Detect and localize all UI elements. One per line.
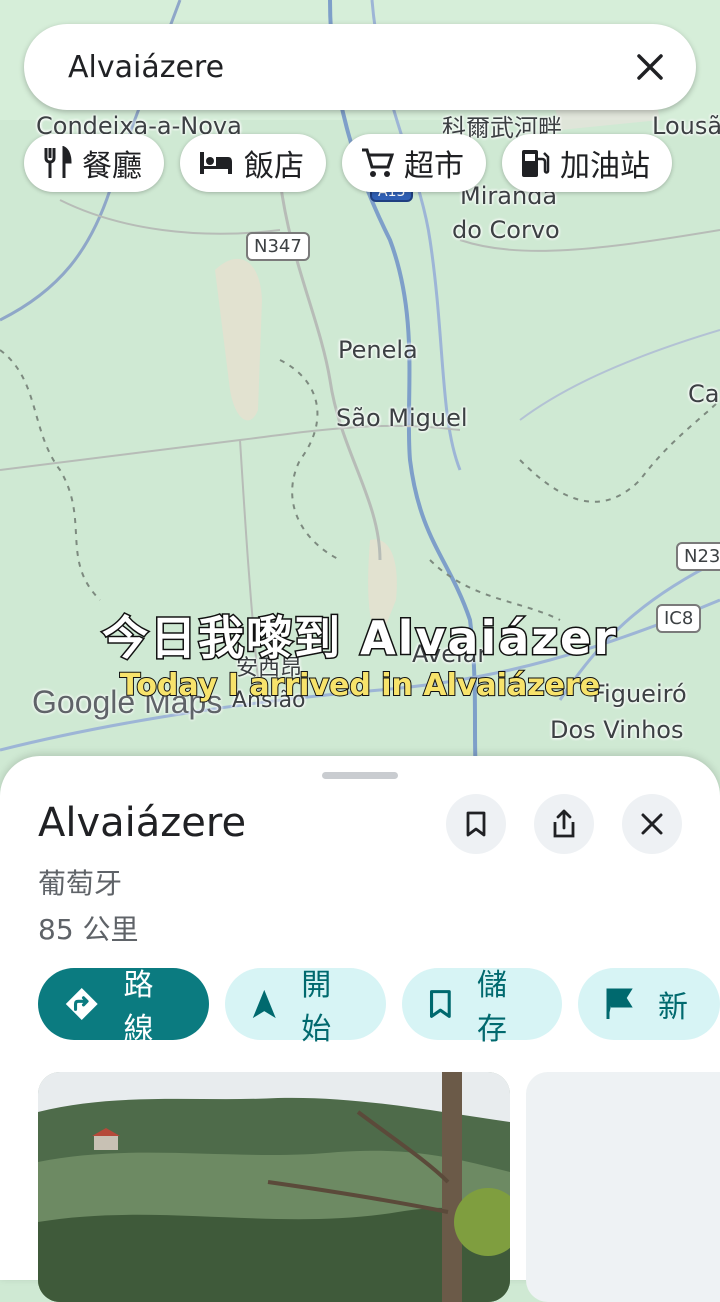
chip-supermarkets[interactable]: 超市	[342, 134, 486, 192]
clear-search-button[interactable]	[620, 37, 680, 97]
chip-label: 飯店	[244, 149, 304, 184]
restaurant-icon	[44, 146, 72, 178]
subtitle-chinese: 今日我嚟到 Alvaiázer	[101, 610, 618, 667]
search-query[interactable]: Alvaiázere	[68, 50, 620, 85]
chip-label: 餐廳	[82, 149, 142, 184]
place-label: Ca	[688, 380, 720, 408]
action-label: 新	[658, 990, 688, 1025]
close-icon	[641, 813, 663, 835]
place-distance: 85 公里	[38, 913, 139, 946]
place-label: do Corvo	[452, 216, 560, 244]
place-label: São Miguel	[336, 404, 468, 432]
bookmark-icon	[466, 811, 486, 837]
place-bottom-sheet[interactable]: Alvaiázere 葡萄牙 85 公里 路線 開始 儲存 新	[0, 756, 720, 1302]
drag-handle[interactable]	[322, 772, 398, 779]
navigation-arrow-icon	[252, 989, 276, 1019]
action-label: 儲存	[476, 968, 507, 1047]
action-label: 開始	[301, 968, 332, 1047]
share-button[interactable]	[534, 794, 594, 854]
share-icon	[553, 809, 575, 838]
place-label: Penela	[338, 336, 418, 364]
road-shield: N347	[246, 232, 310, 261]
save-place-button[interactable]	[446, 794, 506, 854]
chip-hotels[interactable]: 飯店	[180, 134, 326, 192]
chip-gas-stations[interactable]: 加油站	[502, 134, 672, 192]
directions-button[interactable]: 路線	[38, 968, 209, 1047]
new-label-button[interactable]: 新	[578, 968, 720, 1040]
place-label: Dos Vinhos	[550, 716, 684, 744]
start-navigation-button[interactable]: 開始	[224, 968, 387, 1047]
chip-label: 加油站	[560, 149, 650, 184]
search-bar[interactable]: Alvaiázere	[24, 24, 696, 110]
cart-icon	[362, 148, 394, 177]
bookmark-icon	[430, 990, 451, 1018]
place-title: Alvaiázere	[38, 800, 247, 846]
action-label: 路線	[123, 968, 154, 1047]
chip-restaurants[interactable]: 餐廳	[24, 134, 164, 192]
place-photo[interactable]	[38, 1072, 510, 1302]
close-sheet-button[interactable]	[622, 794, 682, 854]
save-button[interactable]: 儲存	[402, 968, 562, 1047]
gas-station-icon	[522, 150, 550, 177]
close-icon	[637, 54, 663, 80]
action-buttons-row: 路線 開始 儲存 新	[38, 968, 720, 1047]
place-country: 葡萄牙	[38, 867, 123, 900]
directions-icon	[65, 988, 98, 1020]
category-chips: 餐廳 飯店 超市 加油站	[24, 134, 672, 192]
place-photo-placeholder[interactable]	[526, 1072, 720, 1302]
road-shield: N23	[676, 542, 720, 571]
landscape-photo	[38, 1072, 510, 1302]
hotel-icon	[200, 152, 232, 174]
flag-icon	[606, 988, 633, 1019]
chip-label: 超市	[404, 149, 464, 184]
subtitle-english: Today I arrived in Alvaiázere	[119, 667, 601, 704]
